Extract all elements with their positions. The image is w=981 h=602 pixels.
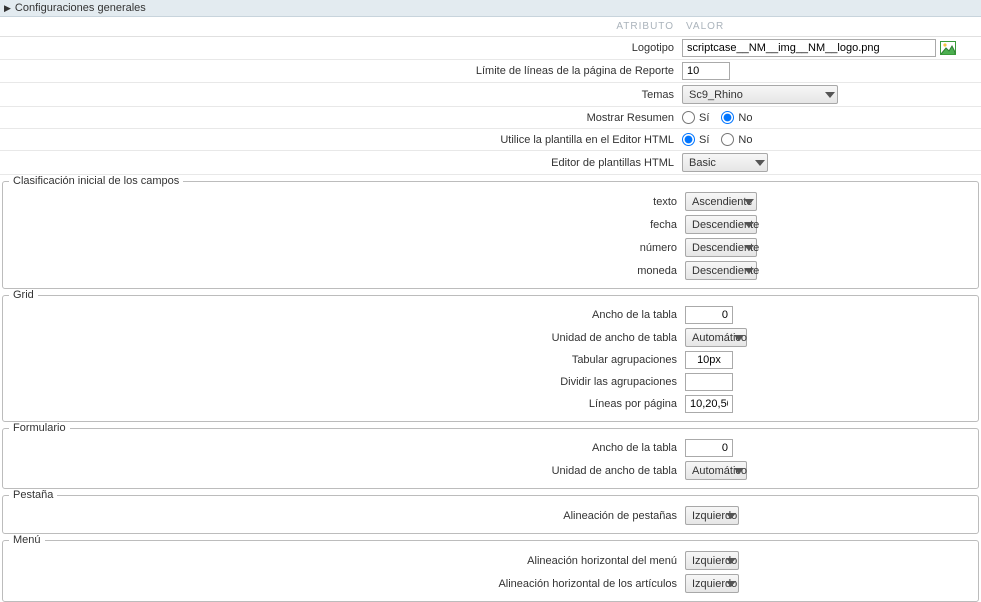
limit-input[interactable] bbox=[682, 62, 730, 80]
plantilla-si-radio[interactable] bbox=[682, 133, 695, 146]
fieldset-menu: Menú Alineación horizontal del menú Izqu… bbox=[2, 540, 979, 602]
row-numero: número Descendiente bbox=[3, 236, 978, 259]
label-grid-dividir: Dividir las agrupaciones bbox=[3, 373, 683, 391]
row-form-unidad: Unidad de ancho de tabla Automático bbox=[3, 459, 978, 482]
row-tab-align: Alineación de pestañas Izquierdo bbox=[3, 504, 978, 527]
row-fecha: fecha Descendiente bbox=[3, 213, 978, 236]
row-plantilla: Utilice la plantilla en el Editor HTML S… bbox=[0, 129, 981, 151]
row-form-ancho: Ancho de la tabla bbox=[3, 437, 978, 459]
chevron-down-icon bbox=[744, 245, 754, 251]
moneda-select[interactable]: Descendiente bbox=[685, 261, 757, 280]
label-grid-ancho: Ancho de la tabla bbox=[3, 306, 683, 324]
row-temas: Temas Sc9_Rhino bbox=[0, 83, 981, 107]
row-resumen: Mostrar Resumen Sí No bbox=[0, 107, 981, 129]
legend-clasif: Clasificación inicial de los campos bbox=[9, 175, 183, 187]
section-header[interactable]: ▶ Configuraciones generales bbox=[0, 0, 981, 17]
chevron-down-icon bbox=[726, 558, 736, 564]
tab-align-select[interactable]: Izquierdo bbox=[685, 506, 739, 525]
menu-halign-select[interactable]: Izquierdo bbox=[685, 551, 739, 570]
menu-aalign-select[interactable]: Izquierdo bbox=[685, 574, 739, 593]
editor-select-value: Basic bbox=[689, 157, 716, 169]
label-logo: Logotipo bbox=[0, 39, 680, 57]
chevron-down-icon bbox=[726, 513, 736, 519]
label-resumen: Mostrar Resumen bbox=[0, 109, 680, 127]
label-grid-unidad: Unidad de ancho de tabla bbox=[3, 329, 683, 347]
grid-tabular-input[interactable] bbox=[685, 351, 733, 369]
row-editor: Editor de plantillas HTML Basic bbox=[0, 151, 981, 175]
label-fecha: fecha bbox=[3, 216, 683, 234]
chevron-down-icon bbox=[734, 335, 744, 341]
image-picker-icon[interactable] bbox=[940, 41, 956, 55]
temas-select-value: Sc9_Rhino bbox=[689, 89, 743, 101]
label-grid-tabular: Tabular agrupaciones bbox=[3, 351, 683, 369]
chevron-down-icon bbox=[825, 92, 835, 98]
row-grid-lineas: Líneas por página bbox=[3, 393, 978, 415]
row-grid-ancho: Ancho de la tabla bbox=[3, 304, 978, 326]
label-moneda: moneda bbox=[3, 262, 683, 280]
chevron-down-icon bbox=[744, 268, 754, 274]
row-menu-aalign: Alineación horizontal de los artículos I… bbox=[3, 572, 978, 595]
plantilla-no-label: No bbox=[738, 134, 752, 146]
col-attr: Atributo bbox=[0, 17, 680, 36]
row-menu-halign: Alineación horizontal del menú Izquierdo bbox=[3, 549, 978, 572]
resumen-radios: Sí No bbox=[682, 111, 762, 124]
label-menu-aalign: Alineación horizontal de los artículos bbox=[3, 575, 683, 593]
label-editor: Editor de plantillas HTML bbox=[0, 154, 680, 172]
label-menu-halign: Alineación horizontal del menú bbox=[3, 552, 683, 570]
chevron-down-icon bbox=[744, 199, 754, 205]
chevron-down-icon bbox=[726, 581, 736, 587]
row-moneda: moneda Descendiente bbox=[3, 259, 978, 282]
resumen-no-radio[interactable] bbox=[721, 111, 734, 124]
chevron-down-icon bbox=[755, 160, 765, 166]
plantilla-si-label: Sí bbox=[699, 134, 709, 146]
row-texto: texto Ascendiente bbox=[3, 190, 978, 213]
label-form-unidad: Unidad de ancho de tabla bbox=[3, 462, 683, 480]
legend-tab: Pestaña bbox=[9, 489, 57, 501]
editor-select[interactable]: Basic bbox=[682, 153, 768, 172]
row-grid-dividir: Dividir las agrupaciones bbox=[3, 371, 978, 393]
plantilla-no-radio[interactable] bbox=[721, 133, 734, 146]
row-limit: Límite de líneas de la página de Reporte bbox=[0, 60, 981, 83]
row-grid-unidad: Unidad de ancho de tabla Automático bbox=[3, 326, 978, 349]
legend-form: Formulario bbox=[9, 422, 70, 434]
form-unidad-select[interactable]: Automático bbox=[685, 461, 747, 480]
label-grid-lineas: Líneas por página bbox=[3, 395, 683, 413]
fieldset-grid: Grid Ancho de la tabla Unidad de ancho d… bbox=[2, 295, 979, 422]
label-numero: número bbox=[3, 239, 683, 257]
column-headers: Atributo Valor bbox=[0, 17, 981, 37]
label-plantilla: Utilice la plantilla en el Editor HTML bbox=[0, 131, 680, 149]
label-temas: Temas bbox=[0, 86, 680, 104]
row-logo: Logotipo bbox=[0, 37, 981, 60]
numero-select[interactable]: Descendiente bbox=[685, 238, 757, 257]
label-tab-align: Alineación de pestañas bbox=[3, 507, 683, 525]
legend-menu: Menú bbox=[9, 534, 45, 546]
resumen-si-label: Sí bbox=[699, 112, 709, 124]
label-texto: texto bbox=[3, 193, 683, 211]
chevron-down-icon bbox=[734, 468, 744, 474]
col-val: Valor bbox=[680, 17, 981, 36]
texto-select[interactable]: Ascendiente bbox=[685, 192, 757, 211]
fieldset-tab: Pestaña Alineación de pestañas Izquierdo bbox=[2, 495, 979, 534]
chevron-down-icon bbox=[744, 222, 754, 228]
legend-grid: Grid bbox=[9, 289, 38, 301]
fieldset-form: Formulario Ancho de la tabla Unidad de a… bbox=[2, 428, 979, 489]
label-limit: Límite de líneas de la página de Reporte bbox=[0, 62, 680, 80]
fieldset-clasif: Clasificación inicial de los campos text… bbox=[2, 181, 979, 289]
resumen-si-radio[interactable] bbox=[682, 111, 695, 124]
grid-ancho-input[interactable] bbox=[685, 306, 733, 324]
toggle-icon: ▶ bbox=[4, 3, 11, 14]
resumen-no-label: No bbox=[738, 112, 752, 124]
logo-input[interactable] bbox=[682, 39, 936, 57]
fecha-select[interactable]: Descendiente bbox=[685, 215, 757, 234]
label-form-ancho: Ancho de la tabla bbox=[3, 439, 683, 457]
section-title: Configuraciones generales bbox=[15, 2, 146, 14]
grid-lineas-input[interactable] bbox=[685, 395, 733, 413]
grid-dividir-input[interactable] bbox=[685, 373, 733, 391]
plantilla-radios: Sí No bbox=[682, 133, 762, 146]
grid-unidad-select[interactable]: Automático bbox=[685, 328, 747, 347]
row-grid-tabular: Tabular agrupaciones bbox=[3, 349, 978, 371]
form-ancho-input[interactable] bbox=[685, 439, 733, 457]
temas-select[interactable]: Sc9_Rhino bbox=[682, 85, 838, 104]
